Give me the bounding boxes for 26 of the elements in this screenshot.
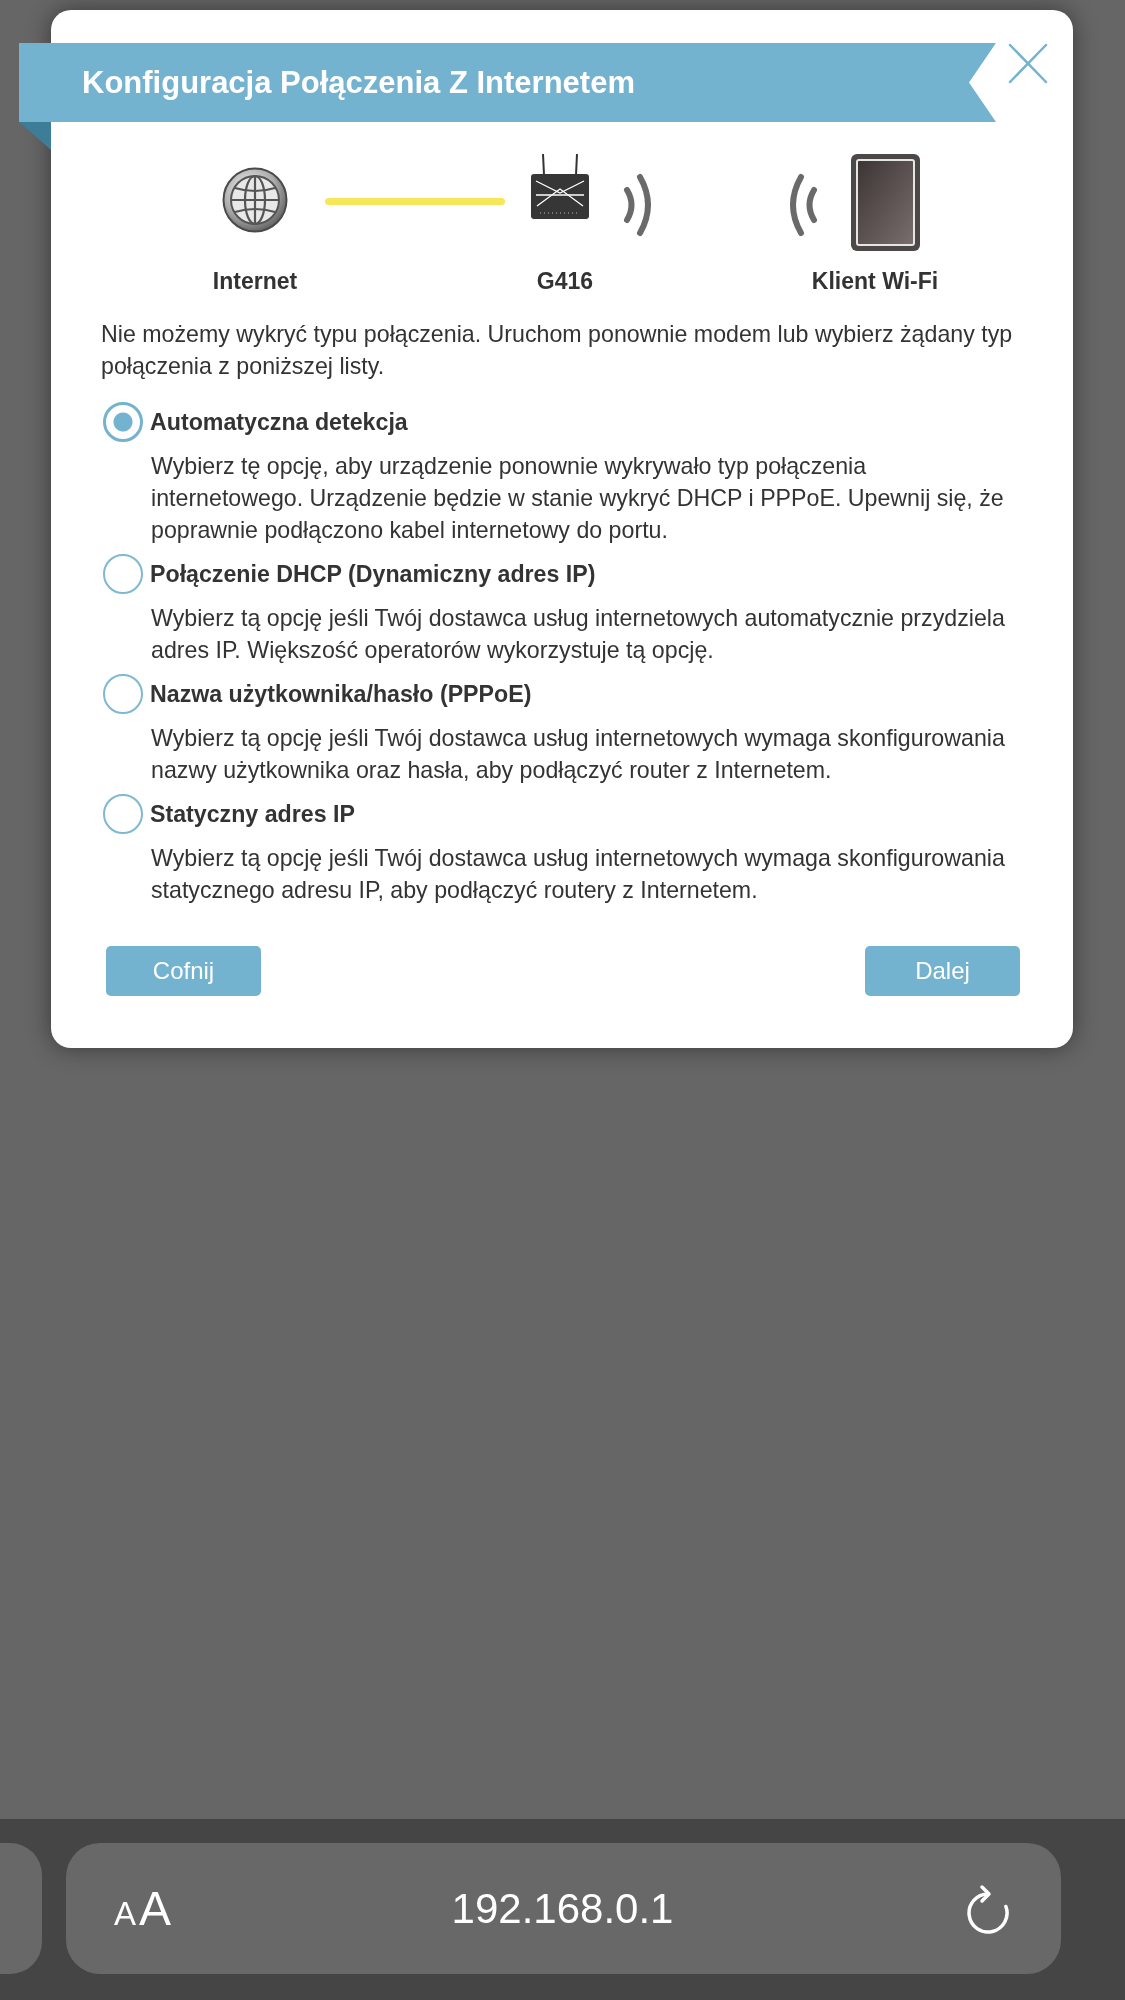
close-icon[interactable]: [1008, 43, 1048, 84]
option-description: Wybierz tę opcję, aby urządzenie ponownie wykrywało typ połączenia internetowego. Urządzenie będzie w stanie wykryć DHCP i PPPoE. Upewnij się, że poprawnie podłączono kabel internetowy do portu.: [151, 452, 1005, 545]
option-label[interactable]: Automatyczna detekcja: [150, 406, 408, 438]
url-text: 192.168.0.1: [451, 1883, 674, 1934]
tablet-icon: [851, 154, 920, 251]
option-label[interactable]: Połączenie DHCP (Dynamiczny adres IP): [150, 558, 596, 590]
radio-button[interactable]: [103, 554, 143, 594]
globe-icon: [222, 167, 288, 233]
intro-message: Nie możemy wykryć typu połączenia. Uruchom ponownie modem lub wybierz żądany typ połączenia z poniższej listy.: [101, 320, 1014, 381]
device-label: Internet: [212, 267, 298, 296]
device-label: G416: [536, 267, 594, 296]
option-description: Wybierz tą opcję jeśli Twój dostawca usług internetowych automatycznie przydziela adres IP. Większość operatorów wykorzystuje tą opcję.: [151, 604, 1006, 665]
option-label[interactable]: Nazwa użytkownika/hasło (PPPoE): [150, 678, 532, 710]
radio-button[interactable]: [103, 674, 143, 714]
radio-button[interactable]: [103, 402, 143, 442]
text-size-button[interactable]: AA: [114, 1884, 172, 1933]
partial-address-bar[interactable]: [0, 1843, 42, 1974]
option-description: Wybierz tą opcję jeśli Twój dostawca usług internetowych wymaga skonfigurowania nazwy użytkownika oraz hasła, aby podłączyć router z Internetem.: [151, 724, 1006, 785]
option-description: Wybierz tą opcję jeśli Twój dostawca usług internetowych wymaga skonfigurowania statycznego adresu IP, aby podłączyć routery z Internetem.: [151, 844, 1006, 905]
address-bar[interactable]: AA 192.168.0.1: [66, 1843, 1061, 1974]
device-label: Klient Wi-Fi: [811, 267, 939, 296]
reload-icon[interactable]: [965, 1882, 1011, 1935]
router-icon: [531, 153, 589, 219]
option-label[interactable]: Statyczny adres IP: [150, 798, 355, 830]
radio-button[interactable]: [103, 794, 143, 834]
dialog-title: Konfiguracja Połączenia Z Internetem: [82, 64, 635, 101]
